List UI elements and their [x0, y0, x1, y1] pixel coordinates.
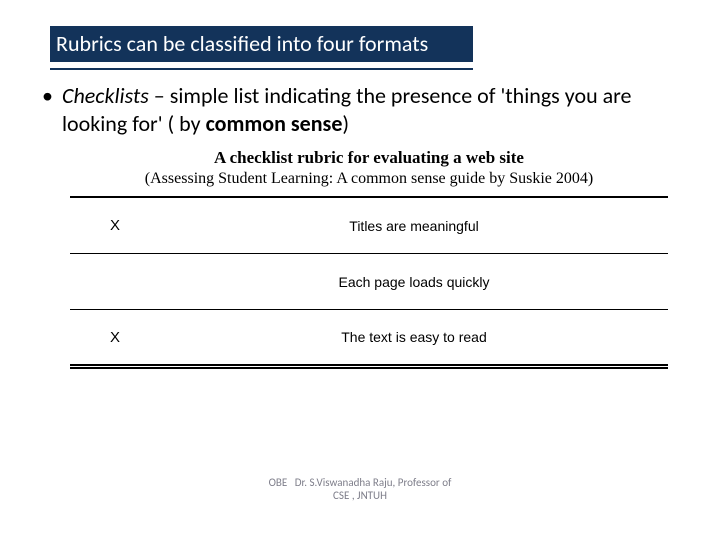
row-desc: The text is easy to read	[160, 329, 668, 345]
row-desc: Titles are meaningful	[160, 218, 668, 234]
table-row: X The text is easy to read	[70, 310, 668, 366]
table-bottom-border	[70, 366, 668, 369]
table-heading: A checklist rubric for evaluating a web …	[70, 148, 668, 168]
bullet-item: • Checklists – simple list indicating th…	[40, 82, 680, 137]
check-mark: X	[70, 217, 160, 234]
table-row: Each page loads quickly	[70, 254, 668, 310]
bullet-dot: •	[40, 82, 62, 110]
bullet-term: Checklists	[62, 82, 149, 109]
footer-line1: Dr. S.Viswanadha Raju, Professor of	[295, 476, 452, 489]
bullet-rest2: )	[342, 110, 349, 137]
slide-title: Rubrics can be classified into four form…	[50, 26, 473, 62]
table-body: X Titles are meaningful Each page loads …	[70, 196, 668, 369]
check-mark: X	[70, 329, 160, 346]
footer-left: OBE	[269, 476, 288, 489]
footer-line2: CSE , JNTUH	[333, 489, 387, 502]
row-desc: Each page loads quickly	[160, 274, 668, 290]
table-row: X Titles are meaningful	[70, 198, 668, 254]
bullet-bold: common sense	[206, 110, 343, 137]
slide-footer: OBE Dr. S.Viswanadha Raju, Professor of …	[0, 476, 720, 502]
bullet-text: Checklists – simple list indicating the …	[62, 82, 680, 137]
title-underline	[50, 68, 473, 70]
bullet-dash: –	[149, 82, 170, 109]
content-area: • Checklists – simple list indicating th…	[40, 82, 680, 137]
table-subheading: (Assessing Student Learning: A common se…	[70, 170, 668, 188]
checklist-table: A checklist rubric for evaluating a web …	[70, 148, 668, 369]
